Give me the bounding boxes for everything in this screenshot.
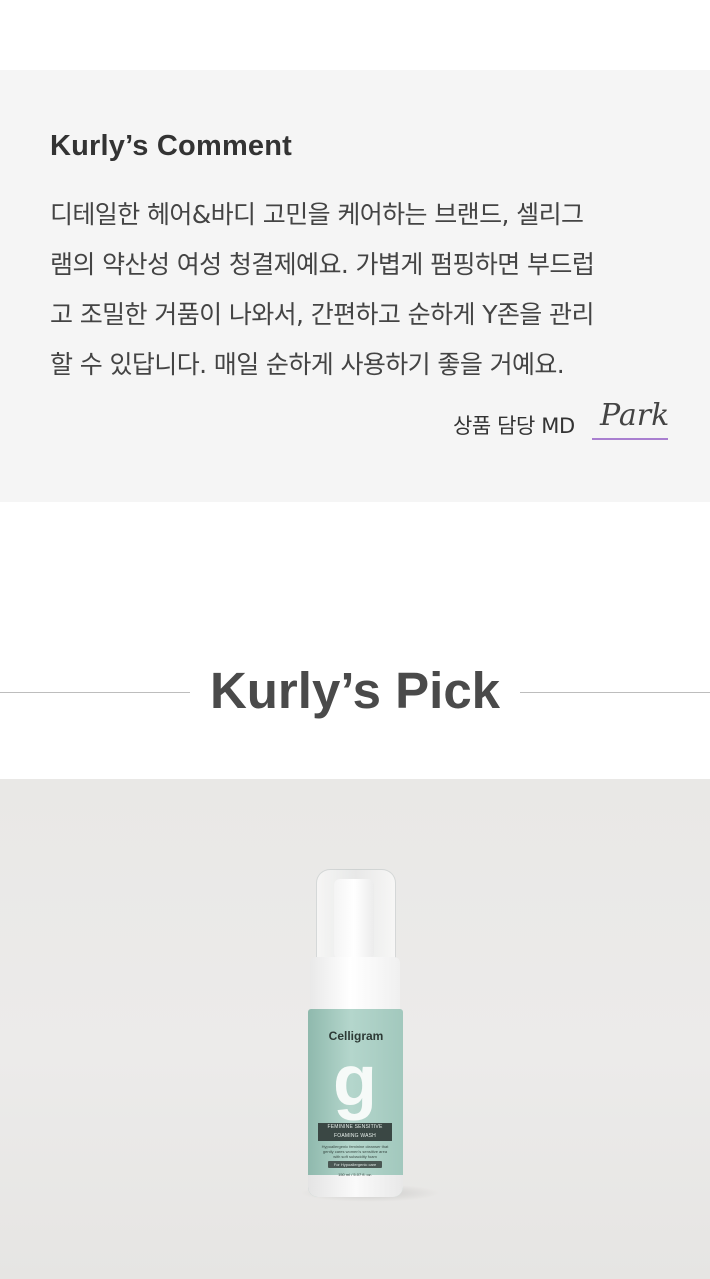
md-label: 상품 담당 MD xyxy=(453,414,575,438)
comment-line: 디테일한 헤어&바디 고민을 케어하는 브랜드, 셀리그 xyxy=(50,200,584,229)
kurly-pick-heading: Kurly’s Pick xyxy=(0,660,710,722)
pump-head xyxy=(334,879,374,959)
kurly-comment-section: Kurly’s Comment 디테일한 헤어&바디 고민을 케어하는 브랜드,… xyxy=(0,70,710,502)
comment-body: 디테일한 헤어&바디 고민을 케어하는 브랜드, 셀리그 램의 약산성 여성 청… xyxy=(50,190,670,390)
brand-logo-letter: g xyxy=(333,1041,377,1121)
product-volume: 150 ml / 5.07 fl. oz. xyxy=(338,1172,372,1177)
comment-title: Kurly’s Comment xyxy=(50,130,293,162)
comment-line: 램의 약산성 여성 청결제예요. 가볍게 펌핑하면 부드럽 xyxy=(50,250,595,279)
product-image: Celligram g FEMININE SENSITIVE FOAMING W… xyxy=(0,779,710,1279)
md-signature-text: Park xyxy=(600,398,670,433)
label-line-1: FEMININE SENSITIVE xyxy=(327,1124,383,1130)
label-line-2: FOAMING WASH xyxy=(334,1133,376,1139)
bottle-base xyxy=(308,1175,403,1197)
comment-line: 할 수 있답니다. 매일 순하게 사용하기 좋을 거예요. xyxy=(50,350,565,379)
md-signature: Park xyxy=(592,398,670,440)
product-description: Hypoallergenic feminine cleanser that ge… xyxy=(321,1144,389,1159)
bottle-collar xyxy=(310,957,400,1013)
product-label-band: FEMININE SENSITIVE FOAMING WASH xyxy=(318,1123,392,1141)
comment-line: 고 조밀한 거품이 나와서, 간편하고 순하게 Y존을 관리 xyxy=(50,300,594,329)
kurly-pick-title: Kurly’s Pick xyxy=(189,662,521,719)
product-pill-label: For Hypoallergenic care xyxy=(328,1161,382,1168)
